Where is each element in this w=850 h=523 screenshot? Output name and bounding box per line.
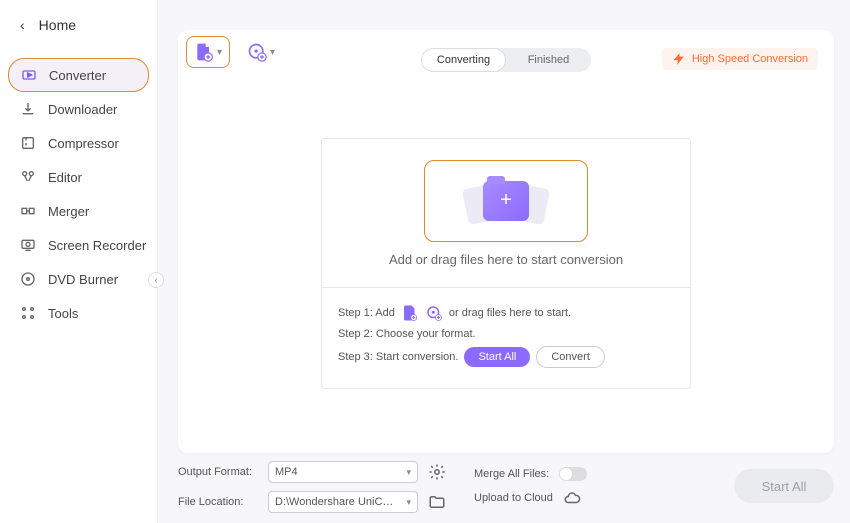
dropzone-text: Add or drag files here to start conversi… [389,252,623,267]
folder-icon: + [465,175,547,227]
sidebar-item-dvdburner[interactable]: DVD Burner [0,262,157,296]
file-add-icon[interactable] [401,304,419,322]
add-files-box[interactable]: + [424,160,588,242]
tools-icon [20,305,36,321]
file-add-icon [194,42,214,62]
merge-toggle[interactable] [559,467,587,481]
home-button[interactable]: ‹ Home [0,0,157,50]
main-area: ▾ ▾ Converting Finished High Speed Conve… [158,0,850,523]
content-panel: ▾ ▾ Converting Finished High Speed Conve… [178,30,834,453]
chevron-down-icon: ▾ [406,467,411,478]
output-format-label: Output Format: [178,466,258,478]
nav-list: Converter Downloader Compressor Editor M… [0,58,157,330]
sidebar-item-label: Converter [49,68,106,83]
file-location-label: File Location: [178,496,258,508]
upload-label: Upload to Cloud [474,492,553,504]
tabbar: Converting Finished [421,48,591,72]
dvd-icon [20,271,36,287]
add-dvd-button[interactable]: ▾ [240,37,282,67]
tab-finished[interactable]: Finished [506,48,591,72]
dropzone-container: + Add or drag files here to start conver… [321,138,691,389]
merger-icon [20,203,36,219]
step-1: Step 1: Add or drag files here to start. [338,304,674,322]
folder-open-icon[interactable] [428,493,446,511]
hsc-label: High Speed Conversion [692,53,808,65]
toolbar: ▾ ▾ [186,36,282,68]
step-3: Step 3: Start conversion. Start All Conv… [338,346,674,368]
downloader-icon [20,101,36,117]
dropzone[interactable]: + Add or drag files here to start conver… [322,139,690,287]
dvd-add-icon[interactable] [425,304,443,322]
convert-button[interactable]: Convert [536,346,605,368]
sidebar-item-label: Compressor [48,136,119,151]
sidebar-item-converter[interactable]: Converter [8,58,149,92]
sidebar-item-label: DVD Burner [48,272,118,287]
sidebar-item-downloader[interactable]: Downloader [0,92,157,126]
sidebar-item-merger[interactable]: Merger [0,194,157,228]
high-speed-conversion-button[interactable]: High Speed Conversion [662,48,818,70]
chevron-down-icon: ▾ [406,497,411,508]
chevron-down-icon: ▾ [270,47,275,58]
plus-icon: + [500,189,512,212]
sidebar-item-tools[interactable]: Tools [0,296,157,330]
converter-icon [21,67,37,83]
bottombar: Output Format: MP4 ▾ File Location: D:\W… [178,459,834,515]
sidebar-item-label: Merger [48,204,89,219]
screenrec-icon [20,237,36,253]
output-format-select[interactable]: MP4 ▾ [268,461,418,483]
merge-label: Merge All Files: [474,468,549,480]
dvd-add-icon [247,42,267,62]
lightning-icon [672,52,686,66]
editor-icon [20,169,36,185]
sidebar-item-label: Downloader [48,102,117,117]
settings-icon[interactable] [428,463,446,481]
tab-converting[interactable]: Converting [421,48,506,72]
sidebar-collapse-button[interactable]: ‹ [148,272,164,288]
back-icon: ‹ [20,17,25,33]
step-2: Step 2: Choose your format. [338,328,674,340]
sidebar-item-compressor[interactable]: Compressor [0,126,157,160]
sidebar-item-label: Editor [48,170,82,185]
cloud-icon[interactable] [563,489,581,507]
steps-panel: Step 1: Add or drag files here to start.… [322,287,690,388]
sidebar-item-editor[interactable]: Editor [0,160,157,194]
sidebar-item-screenrecorder[interactable]: Screen Recorder [0,228,157,262]
chevron-down-icon: ▾ [217,47,222,58]
home-label: Home [39,17,76,33]
sidebar-item-label: Screen Recorder [48,238,146,253]
sidebar-item-label: Tools [48,306,78,321]
file-location-select[interactable]: D:\Wondershare UniConverter 1 ▾ [268,491,418,513]
sidebar: ‹ Home Converter Downloader Compressor E… [0,0,158,523]
compressor-icon [20,135,36,151]
start-all-button[interactable]: Start All [464,347,530,367]
start-all-main-button[interactable]: Start All [734,469,834,503]
add-file-button[interactable]: ▾ [186,36,230,68]
